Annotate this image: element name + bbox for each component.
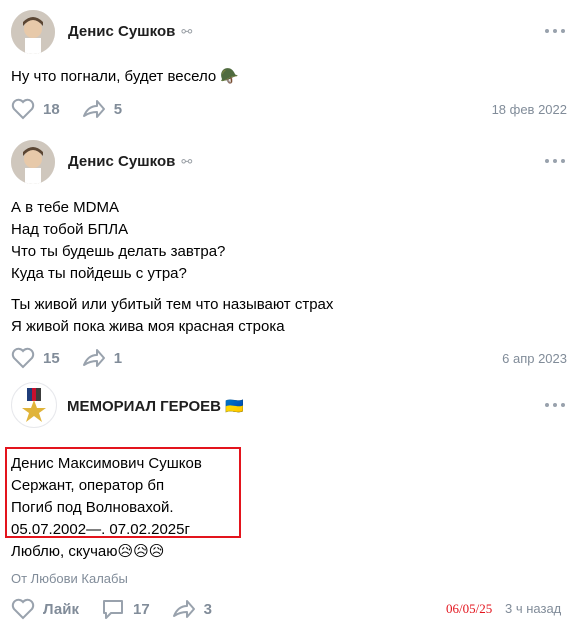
like-count: 18 bbox=[43, 100, 60, 118]
comment-count: 17 bbox=[132, 600, 150, 618]
share-icon bbox=[172, 600, 195, 618]
author-name[interactable]: МЕМОРИАЛ ГЕРОЕВ 🇺🇦 bbox=[67, 397, 244, 415]
post-text: А в тебе MDMA Над тобой БПЛА Что ты буде… bbox=[11, 199, 334, 335]
post-text: Ну что погнали, будет весело 🪖 bbox=[11, 68, 240, 85]
share-count: 1 bbox=[113, 349, 123, 367]
comment-icon bbox=[102, 600, 123, 619]
source-attribution[interactable]: От Любови Калабы bbox=[11, 571, 128, 586]
heart-icon bbox=[11, 598, 35, 620]
post-date[interactable]: 18 фев 2022 bbox=[492, 102, 567, 117]
date-stamp: 06/05/25 bbox=[446, 601, 493, 616]
share-count: 3 bbox=[203, 600, 213, 618]
post-text: Денис Максимович Сушков Сержант, операто… bbox=[11, 455, 202, 560]
more-options-icon[interactable] bbox=[545, 403, 565, 409]
like-button[interactable]: 15 bbox=[11, 347, 60, 369]
share-icon bbox=[82, 100, 105, 118]
like-label: Лайк bbox=[43, 600, 79, 618]
post-date[interactable]: 6 апр 2023 bbox=[502, 351, 567, 366]
more-options-icon[interactable] bbox=[545, 159, 565, 165]
avatar[interactable] bbox=[11, 140, 55, 184]
like-count: 15 bbox=[43, 349, 60, 367]
share-icon bbox=[82, 349, 105, 367]
like-button[interactable]: 18 bbox=[11, 98, 60, 120]
avatar[interactable] bbox=[11, 382, 57, 428]
comment-button[interactable]: 17 bbox=[101, 598, 150, 620]
share-button[interactable]: 1 bbox=[82, 347, 122, 369]
author-name[interactable]: Денис Сушков ⚯ bbox=[68, 23, 192, 40]
share-count: 5 bbox=[113, 100, 123, 118]
more-options-icon[interactable] bbox=[545, 29, 565, 35]
heart-icon bbox=[11, 347, 35, 369]
heart-icon bbox=[11, 98, 35, 120]
handcuffs-icon: ⚯ bbox=[181, 154, 193, 169]
handcuffs-icon: ⚯ bbox=[181, 24, 193, 39]
avatar[interactable] bbox=[11, 10, 55, 54]
share-button[interactable]: 5 bbox=[82, 98, 122, 120]
share-button[interactable]: 3 bbox=[172, 598, 212, 620]
post-time[interactable]: 3 ч назад bbox=[505, 601, 561, 616]
like-button[interactable]: Лайк bbox=[11, 598, 79, 620]
gold-star-medal-icon bbox=[22, 388, 46, 422]
author-name[interactable]: Денис Сушков ⚯ bbox=[68, 153, 192, 170]
